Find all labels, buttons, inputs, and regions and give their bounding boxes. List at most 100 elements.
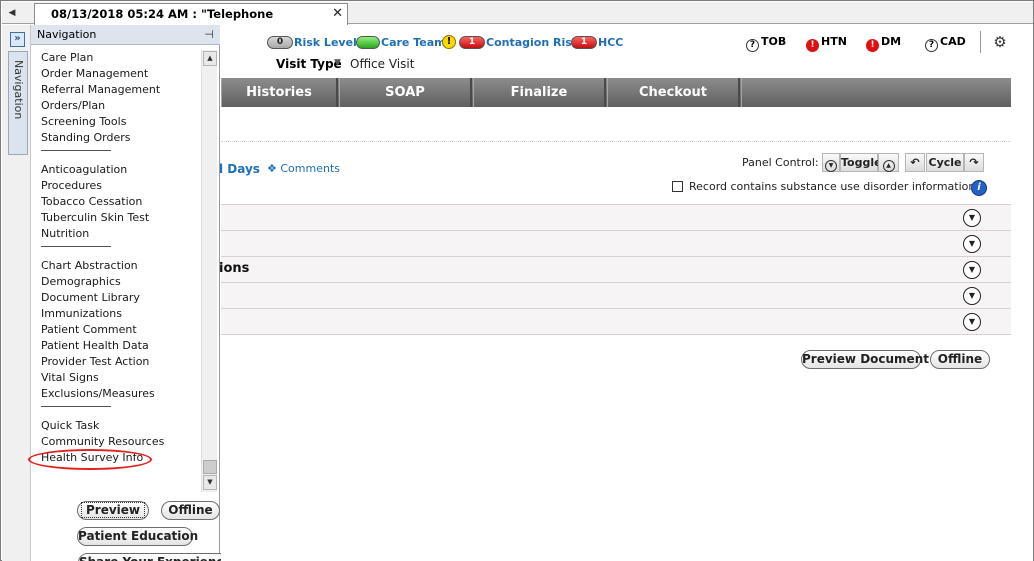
nav-item-nutrition[interactable]: Nutrition	[41, 226, 89, 241]
section-row[interactable]: ▼	[221, 230, 1011, 256]
navigation-vertical-tab[interactable]: Navigation	[8, 51, 28, 155]
tab-bar-filler	[741, 78, 1011, 107]
risk-level-link[interactable]: Risk Level	[294, 36, 357, 49]
nav-item-patient-health-data[interactable]: Patient Health Data	[41, 338, 149, 353]
tab-histories[interactable]: Histories	[221, 78, 338, 107]
chevron-down-icon[interactable]: ▼	[963, 261, 981, 279]
dotted-divider	[221, 141, 1011, 142]
patient-education-button[interactable]: Patient Education	[77, 527, 198, 546]
navigation-panel: Navigation ⊣ Care Plan Order Management Re…	[31, 25, 232, 561]
contagion-risk-badge[interactable]: 1	[459, 36, 485, 49]
expand-icon[interactable]: »	[10, 32, 25, 47]
tab-finalize[interactable]: Finalize	[473, 78, 606, 107]
offline-button-nav[interactable]: Offline	[161, 501, 220, 520]
collapse-all-button[interactable]: ▼	[822, 153, 840, 172]
offline-button[interactable]: Offline	[930, 350, 990, 369]
hcc-badge[interactable]: 1	[571, 36, 597, 49]
comments-link[interactable]: ❖ Comments	[267, 162, 340, 175]
gear-icon[interactable]: ⚙	[992, 34, 1008, 50]
chevron-down-icon[interactable]: ▼	[963, 313, 981, 331]
dm-indicator[interactable]: ! DM	[866, 35, 901, 52]
main-content: 0 Risk Level Care Team ! 1 Contagion Ris…	[219, 25, 1033, 561]
nav-item-tobacco-cessation[interactable]: Tobacco Cessation	[41, 194, 142, 209]
chevron-down-icon: ▼	[825, 160, 837, 172]
nav-item-demographics[interactable]: Demographics	[41, 274, 121, 289]
nav-item-immunizations[interactable]: Immunizations	[41, 306, 122, 321]
preview-button[interactable]: Preview	[77, 501, 149, 520]
section-title: ions	[219, 261, 250, 276]
days-link[interactable]: l Days	[219, 162, 260, 176]
cad-label: CAD	[940, 35, 966, 48]
navigation-separator	[41, 406, 111, 407]
nav-item-order-management[interactable]: Order Management	[41, 66, 148, 81]
close-icon[interactable]: ✕	[332, 4, 343, 24]
document-tab[interactable]: 08/13/2018 05:24 AM : "Telephone Communi…	[34, 3, 348, 41]
chevron-up-icon: ▲	[882, 160, 895, 172]
htn-indicator[interactable]: ! HTN	[806, 35, 847, 52]
section-row[interactable]: ▼	[221, 204, 1011, 230]
nav-item-orders-plan[interactable]: Orders/Plan	[41, 98, 105, 113]
question-icon: ?	[746, 39, 759, 52]
cycle-button[interactable]: Cycle	[926, 153, 964, 172]
risk-level-badge[interactable]: 0	[267, 36, 293, 49]
nav-item-anticoagulation[interactable]: Anticoagulation	[41, 162, 127, 177]
substance-use-checkbox[interactable]	[672, 181, 683, 192]
toolbar-divider	[980, 31, 981, 53]
care-team-link[interactable]: Care Team	[381, 36, 446, 49]
nav-item-community-resources[interactable]: Community Resources	[41, 434, 164, 449]
nav-item-exclusions-measures[interactable]: Exclusions/Measures	[41, 386, 155, 401]
care-team-badge[interactable]	[356, 36, 380, 49]
preview-document-button[interactable]: Preview Document	[801, 350, 929, 369]
tab-scroll-left-icon[interactable]: ◀	[6, 6, 18, 20]
visit-type-label: Visit Type	[276, 57, 342, 71]
navigation-vertical-tab-label: Navigation	[12, 60, 25, 120]
contagion-risk-link[interactable]: Contagion Risk	[486, 36, 579, 49]
section-row[interactable]: ▼	[221, 282, 1011, 308]
navigation-scrollbar[interactable]: ▲ ▼	[201, 50, 217, 492]
navigation-title: Navigation	[37, 28, 97, 41]
chevron-down-icon[interactable]: ▼	[963, 209, 981, 227]
nav-item-procedures[interactable]: Procedures	[41, 178, 102, 193]
share-your-experience-button[interactable]: Share Your Experience	[78, 553, 232, 561]
visit-type-value[interactable]: Office Visit	[350, 57, 414, 71]
tab-soap[interactable]: SOAP	[339, 78, 472, 107]
nav-item-provider-test-action[interactable]: Provider Test Action	[41, 354, 149, 369]
pin-icon[interactable]: ⊣	[204, 28, 214, 41]
section-row[interactable]: ▼	[221, 308, 1011, 334]
nav-item-referral-management[interactable]: Referral Management	[41, 82, 160, 97]
nav-item-care-plan[interactable]: Care Plan	[41, 50, 93, 65]
cycle-back-icon[interactable]: ↶	[905, 153, 925, 172]
tab-checkout[interactable]: Checkout	[607, 78, 740, 107]
scroll-down-icon[interactable]: ▼	[203, 475, 217, 490]
cycle-forward-icon[interactable]: ↷	[964, 153, 984, 172]
question-icon: ?	[925, 39, 938, 52]
nav-item-patient-comment[interactable]: Patient Comment	[41, 322, 137, 337]
toggle-button[interactable]: Toggle	[840, 153, 882, 172]
scroll-up-icon[interactable]: ▲	[203, 51, 217, 66]
navigation-list: Care Plan Order Management Referral Manage…	[31, 46, 201, 492]
expand-all-button[interactable]: ▲	[878, 153, 899, 172]
dm-label: DM	[881, 35, 902, 48]
chevron-down-icon[interactable]: ▼	[963, 235, 981, 253]
nav-item-document-library[interactable]: Document Library	[41, 290, 140, 305]
cad-indicator[interactable]: ? CAD	[925, 35, 966, 52]
hcc-link[interactable]: HCC	[598, 36, 623, 49]
nav-item-quick-task[interactable]: Quick Task	[41, 418, 99, 433]
info-icon[interactable]: i	[971, 180, 987, 196]
preview-button-label: Preview	[80, 502, 145, 518]
workflow-tab-bar: Histories SOAP Finalize Checkout	[221, 78, 1011, 107]
nav-item-vital-signs[interactable]: Vital Signs	[41, 370, 99, 385]
nav-item-chart-abstraction[interactable]: Chart Abstraction	[41, 258, 138, 273]
warning-icon[interactable]: !	[442, 35, 456, 49]
panel-control-label: Panel Control:	[742, 156, 819, 169]
tob-indicator[interactable]: ? TOB	[746, 35, 786, 52]
nav-item-standing-orders[interactable]: Standing Orders	[41, 130, 131, 145]
document-tab-strip: ◀ 08/13/2018 05:24 AM : "Telephone Commu…	[2, 2, 1033, 41]
scrollbar-thumb[interactable]	[203, 460, 217, 474]
chevron-down-icon[interactable]: ▼	[334, 58, 341, 68]
nav-item-tuberculin-skin-test[interactable]: Tuberculin Skin Test	[41, 210, 149, 225]
section-row[interactable]: ions ▼	[219, 256, 1011, 282]
nav-item-screening-tools[interactable]: Screening Tools	[41, 114, 126, 129]
navigation-separator	[41, 150, 111, 151]
chevron-down-icon[interactable]: ▼	[963, 287, 981, 305]
